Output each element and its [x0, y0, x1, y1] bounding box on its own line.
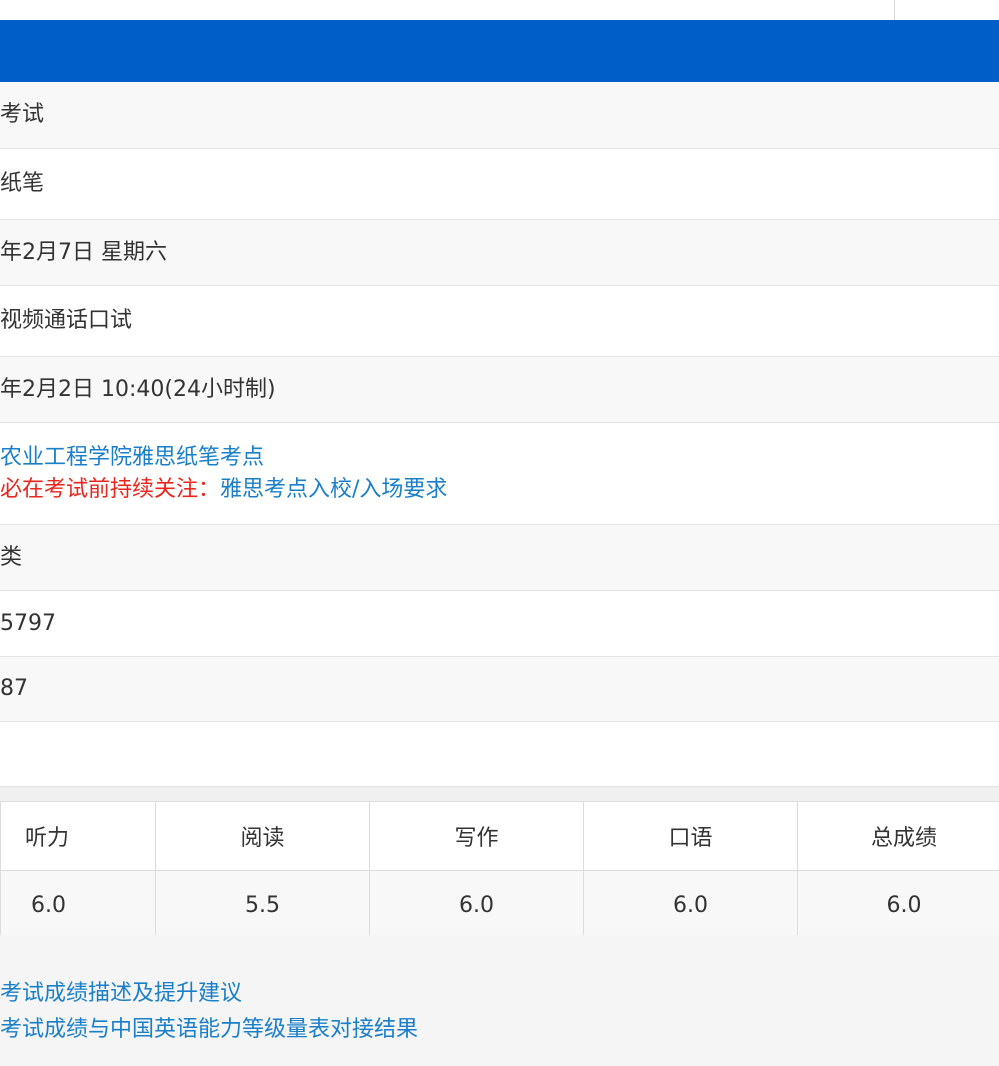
score-header-listening: 听力: [0, 801, 156, 871]
score-value-reading: 5.5: [155, 870, 370, 940]
top-bar: [0, 0, 999, 20]
info-value: 年2月7日 星期六: [0, 239, 167, 265]
section-gap: [0, 787, 999, 801]
exam-info-list: 考试 纸笔 年2月7日 星期六 视频通话口试 年2月2日 10:40(24小时制…: [0, 82, 999, 787]
venue-notice-text: 必在考试前持续关注：: [0, 476, 221, 502]
section-header-band: [0, 20, 999, 82]
score-value-writing: 6.0: [369, 870, 584, 940]
info-row-exam-date: 年2月7日 星期六: [0, 220, 999, 286]
info-row-speaking-time: 年2月2日 10:40(24小时制): [0, 357, 999, 423]
score-value-listening: 6.0: [0, 870, 156, 940]
info-row-number-2: 87: [0, 657, 999, 722]
info-row-exam-type: 考试: [0, 82, 999, 149]
score-header-row: 听力 阅读 写作 口语 总成绩: [0, 801, 999, 871]
info-row-test-venue: 农业工程学院雅思纸笔考点 必在考试前持续关注：雅思考点入校/入场要求: [0, 423, 999, 525]
top-bar-divider: [894, 0, 895, 20]
score-table: 听力 阅读 写作 口语 总成绩 6.0 5.5 6.0 6.0 6.0: [0, 801, 999, 940]
info-row-number-1: 5797: [0, 591, 999, 657]
score-links-section: 考试成绩描述及提升建议 考试成绩与中国英语能力等级量表对接结果: [0, 935, 999, 1066]
score-header-reading: 阅读: [155, 801, 370, 871]
info-value: 年2月2日 10:40(24小时制): [0, 376, 276, 402]
info-row-empty: [0, 722, 999, 787]
info-value: 视频通话口试: [0, 308, 133, 333]
info-value: 纸笔: [0, 171, 45, 196]
info-row-speaking-mode: 视频通话口试: [0, 286, 999, 357]
score-header-writing: 写作: [369, 801, 584, 871]
venue-requirements-link[interactable]: 雅思考点入校/入场要求: [220, 477, 447, 502]
info-row-exam-format: 纸笔: [0, 149, 999, 220]
cse-mapping-link[interactable]: 考试成绩与中国英语能力等级量表对接结果: [0, 1011, 418, 1043]
venue-link[interactable]: 农业工程学院雅思纸笔考点: [0, 442, 999, 474]
info-value: 类: [0, 544, 23, 570]
score-header-overall: 总成绩: [797, 801, 999, 871]
score-value-overall: 6.0: [797, 870, 999, 940]
score-header-speaking: 口语: [583, 801, 798, 871]
info-value: 5797: [0, 610, 56, 636]
info-value: 考试: [0, 102, 45, 127]
score-value-speaking: 6.0: [583, 870, 798, 940]
score-description-link[interactable]: 考试成绩描述及提升建议: [0, 975, 242, 1007]
venue-notice: 必在考试前持续关注：雅思考点入校/入场要求: [0, 474, 999, 506]
score-value-row: 6.0 5.5 6.0 6.0 6.0: [0, 870, 999, 940]
info-value: 87: [0, 676, 28, 701]
info-row-category: 类: [0, 525, 999, 591]
